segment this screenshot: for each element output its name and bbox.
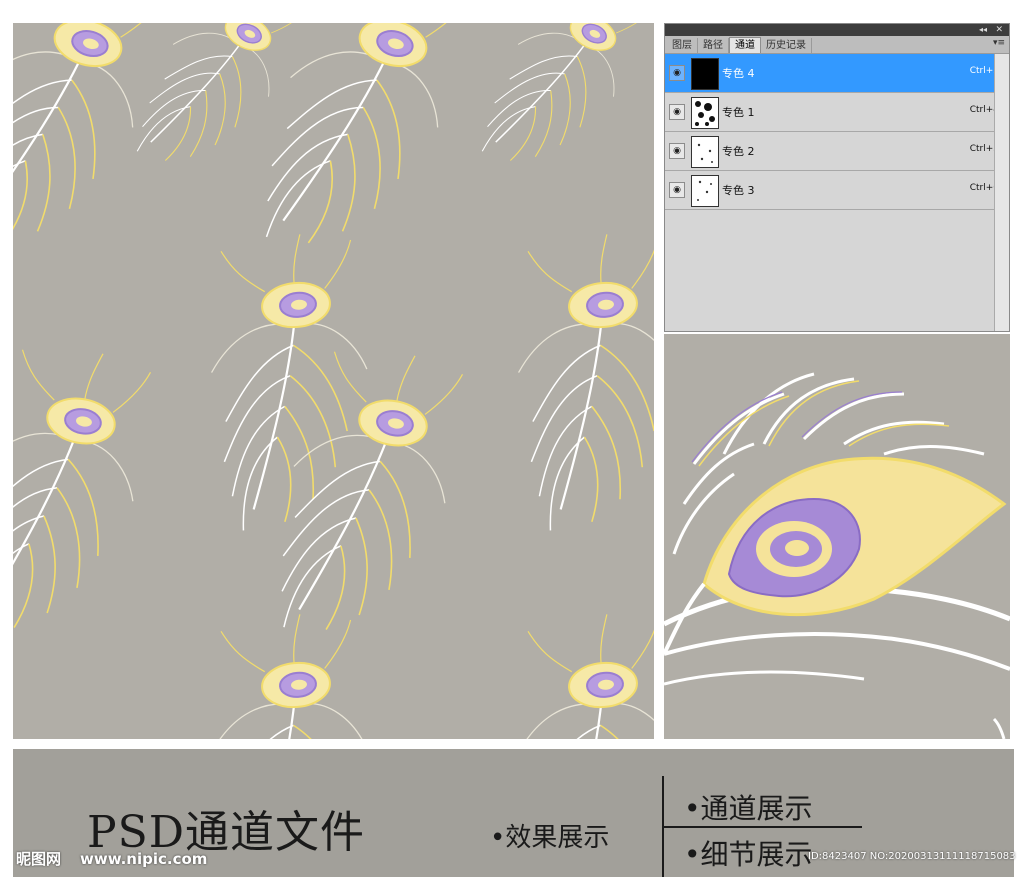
- feather-pattern-image: [13, 23, 654, 739]
- watermark-logo: 昵图网: [16, 850, 62, 868]
- eye-icon[interactable]: ◉: [669, 182, 685, 198]
- eye-icon[interactable]: ◉: [669, 65, 685, 81]
- eye-icon[interactable]: ◉: [669, 143, 685, 159]
- channel-thumbnail: [691, 175, 719, 207]
- thumbnail-pattern: [697, 180, 712, 201]
- channel-label: •通道展示: [684, 792, 813, 825]
- channel-row-spot1[interactable]: ◉ 专色 1 Ctrl+4: [665, 93, 1009, 132]
- channels-panel: ◂◂ ✕ 图层 路径 通道 历史记录 ▾≡ ◉ 专色 4 Ctrl+3 ◉ 专色…: [664, 23, 1010, 332]
- watermark-url: www.nipic.com: [80, 850, 208, 868]
- feather-detail-image: [664, 372, 1010, 739]
- channel-name: 专色 3: [722, 184, 755, 197]
- thumbnail-pattern: [697, 143, 713, 163]
- close-icon[interactable]: ✕: [995, 24, 1003, 36]
- channel-name: 专色 2: [722, 145, 755, 158]
- channel-name: 专色 4: [722, 67, 755, 80]
- panel-tabs: 图层 路径 通道 历史记录 ▾≡: [665, 36, 1009, 54]
- channel-thumbnail: [691, 97, 719, 129]
- effect-label: •效果展示: [490, 823, 610, 853]
- channel-thumbnail: [691, 136, 719, 168]
- panel-menu-icon[interactable]: ▾≡: [993, 38, 1005, 48]
- detail-label: •细节展示: [684, 838, 813, 871]
- channel-row-spot2[interactable]: ◉ 专色 2 Ctrl+5: [665, 132, 1009, 171]
- tab-channels[interactable]: 通道: [729, 37, 761, 53]
- tab-paths[interactable]: 路径: [698, 38, 729, 53]
- tab-layers[interactable]: 图层: [667, 38, 698, 53]
- watermark-id: ID:8423407 NO:20200313111118715083: [808, 851, 1016, 862]
- channel-name: 专色 1: [722, 106, 755, 119]
- channel-row-spot4[interactable]: ◉ 专色 4 Ctrl+3: [665, 54, 1009, 93]
- detail-preview: [664, 334, 1010, 739]
- panel-titlebar: ◂◂ ✕: [665, 24, 1009, 36]
- tab-history[interactable]: 历史记录: [761, 38, 812, 53]
- collapse-icon[interactable]: ◂◂: [979, 24, 987, 36]
- channel-thumbnail: [691, 58, 719, 90]
- panel-scrollbar[interactable]: [994, 54, 1009, 331]
- channel-row-spot3[interactable]: ◉ 专色 3 Ctrl+6: [665, 171, 1009, 210]
- thumbnail-pattern: [695, 101, 715, 126]
- pattern-preview: [13, 23, 654, 739]
- eye-icon[interactable]: ◉: [669, 104, 685, 120]
